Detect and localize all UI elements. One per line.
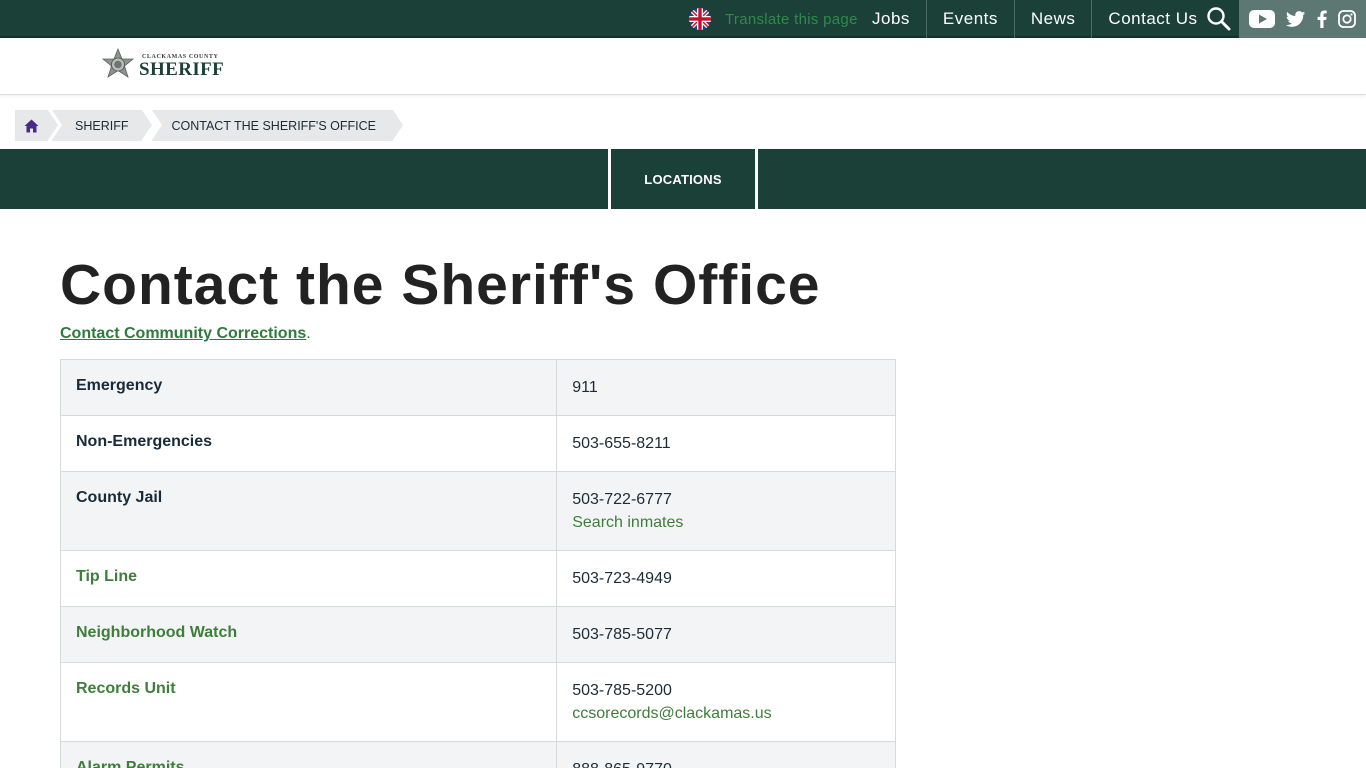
intro-suffix: . bbox=[306, 325, 311, 342]
row-label: Emergency bbox=[59, 359, 558, 416]
tip-line-link[interactable]: Tip Line bbox=[59, 550, 558, 607]
phone-number: 911 bbox=[572, 379, 598, 396]
nav-events[interactable]: Events bbox=[927, 0, 1015, 38]
breadcrumb-current: CONTACT THE SHERIFF'S OFFICE bbox=[152, 110, 404, 141]
breadcrumb-sheriff[interactable]: SHERIFF bbox=[52, 110, 154, 141]
page-title: Contact the Sheriff's Office bbox=[60, 253, 821, 317]
table-row: Non-Emergencies 503-655-8211 bbox=[59, 415, 896, 472]
sheriff-logo[interactable]: Clackamas County SHERIFF bbox=[100, 48, 224, 84]
table-row: Tip Line 503-723-4949 bbox=[59, 550, 896, 607]
search-icon[interactable] bbox=[1199, 0, 1239, 38]
table-row: Alarm Permits 888-865-9770 bbox=[59, 741, 896, 768]
table-row: Neighborhood Watch 503-785-5077 bbox=[59, 606, 896, 663]
site-header: Clackamas County SHERIFF bbox=[0, 40, 1366, 95]
phone-number: 503-722-6777 bbox=[572, 491, 672, 508]
translate-link[interactable]: Translate this page bbox=[725, 11, 858, 28]
table-row: County Jail 503-722-6777 Search inmates bbox=[59, 471, 896, 551]
search-inmates-link[interactable]: Search inmates bbox=[572, 511, 880, 534]
alarm-permits-link[interactable]: Alarm Permits bbox=[59, 741, 558, 768]
row-value: 503-785-5200 ccsorecords@clackamas.us bbox=[556, 662, 896, 742]
row-value: 888-865-9770 bbox=[556, 741, 896, 768]
community-corrections-link[interactable]: Contact Community Corrections bbox=[60, 325, 306, 342]
phone-number: 503-785-5200 bbox=[572, 682, 672, 699]
phone-number: 503-655-8211 bbox=[572, 435, 671, 452]
table-row: Records Unit 503-785-5200 ccsorecords@cl… bbox=[59, 662, 896, 742]
row-label: Non-Emergencies bbox=[59, 415, 558, 472]
phone-number: 503-785-5077 bbox=[572, 626, 672, 643]
twitter-icon[interactable] bbox=[1285, 10, 1306, 28]
instagram-icon[interactable] bbox=[1338, 10, 1357, 28]
nav-contact-us[interactable]: Contact Us bbox=[1092, 0, 1213, 38]
row-label: County Jail bbox=[59, 471, 558, 551]
records-unit-link[interactable]: Records Unit bbox=[59, 662, 558, 742]
logo-sheriff-text: SHERIFF bbox=[139, 58, 225, 80]
row-value: 911 bbox=[556, 359, 896, 416]
utility-nav: Jobs Events News Contact Us bbox=[859, 0, 1214, 38]
social-links bbox=[1239, 0, 1366, 38]
contact-table: Emergency 911 Non-Emergencies 503-655-82… bbox=[59, 359, 896, 768]
table-row: Emergency 911 bbox=[59, 359, 896, 416]
youtube-icon[interactable] bbox=[1248, 10, 1275, 28]
phone-number: 503-723-4949 bbox=[572, 570, 672, 587]
phone-number: 888-865-9770 bbox=[572, 761, 672, 768]
section-nav-bar: LOCATIONS bbox=[0, 149, 1366, 209]
home-icon bbox=[24, 119, 39, 132]
uk-flag-icon bbox=[689, 8, 711, 30]
top-utility-bar: Translate this page Jobs Events News Con… bbox=[0, 0, 1366, 38]
translate-widget[interactable]: Translate this page bbox=[689, 0, 858, 38]
nav-jobs[interactable]: Jobs bbox=[859, 0, 927, 38]
nav-news[interactable]: News bbox=[1015, 0, 1093, 38]
locations-button[interactable]: LOCATIONS bbox=[608, 149, 758, 209]
breadcrumb: SHERIFF CONTACT THE SHERIFF'S OFFICE bbox=[15, 110, 404, 141]
row-value: 503-785-5077 bbox=[556, 606, 896, 663]
row-value: 503-655-8211 bbox=[556, 415, 896, 472]
neighborhood-watch-link[interactable]: Neighborhood Watch bbox=[59, 606, 558, 663]
breadcrumb-home[interactable] bbox=[15, 110, 58, 141]
facebook-icon[interactable] bbox=[1317, 10, 1327, 28]
row-value: 503-723-4949 bbox=[556, 550, 896, 607]
records-email-link[interactable]: ccsorecords@clackamas.us bbox=[572, 702, 880, 725]
row-value: 503-722-6777 Search inmates bbox=[556, 471, 896, 551]
sheriff-star-icon bbox=[101, 48, 135, 78]
intro-text: Contact Community Corrections. bbox=[60, 325, 311, 343]
